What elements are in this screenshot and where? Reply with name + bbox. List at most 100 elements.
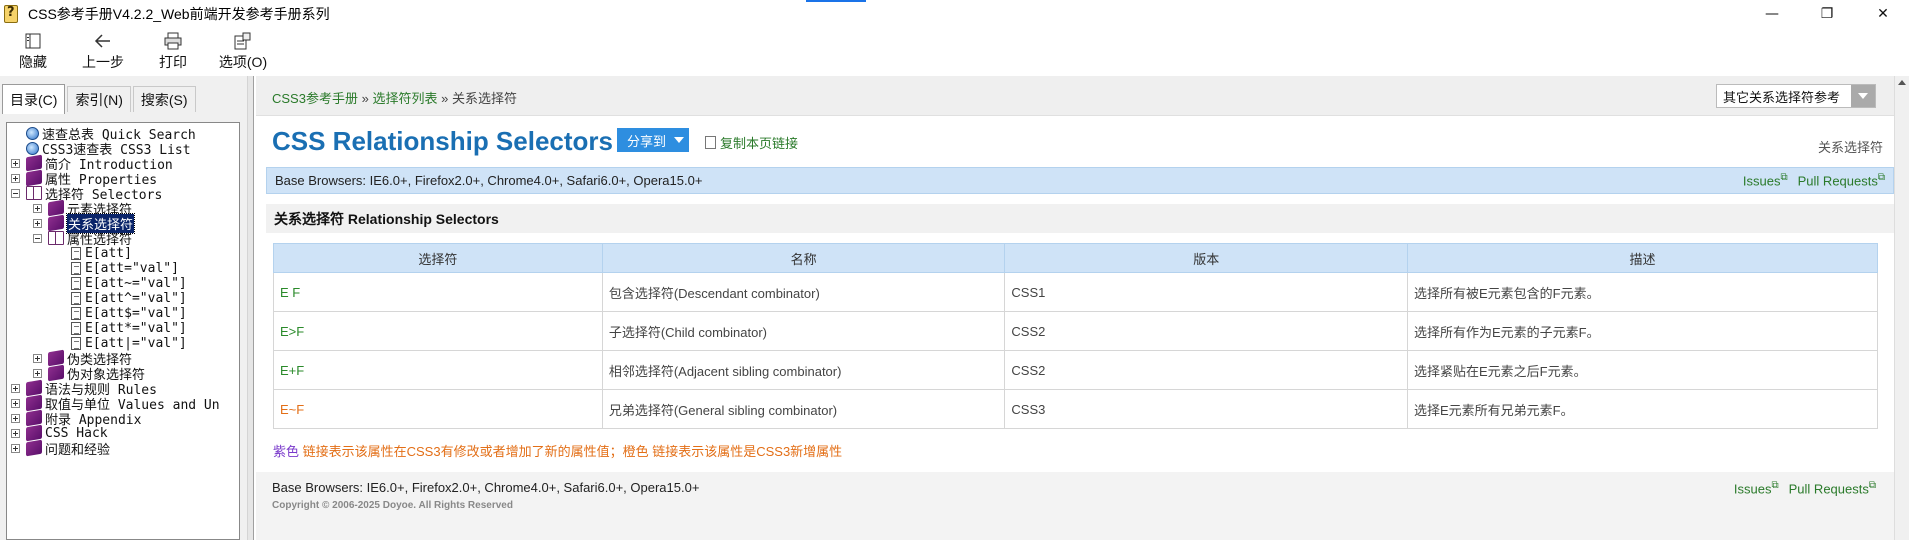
table-header-row: 选择符 名称 版本 描述 bbox=[273, 243, 1878, 273]
breadcrumb-current: 关系选择符 bbox=[451, 91, 517, 106]
table-cell: CSS3 bbox=[1004, 389, 1408, 429]
open-book-icon bbox=[26, 186, 42, 200]
print-button[interactable]: 打印 bbox=[138, 28, 208, 76]
page-category-label: 关系选择符 bbox=[1817, 140, 1883, 155]
pull-requests-link[interactable]: Pull Requests⧉ bbox=[1798, 172, 1885, 188]
collapse-icon[interactable] bbox=[11, 188, 20, 198]
help-file-icon: ? bbox=[4, 5, 22, 23]
printer-icon bbox=[163, 32, 183, 50]
page-title: CSS Relationship Selectors bbox=[272, 126, 613, 156]
hide-button[interactable]: 隐藏 bbox=[0, 28, 68, 76]
page-icon bbox=[71, 276, 81, 290]
breadcrumb-home-link[interactable]: CSS3参考手册 bbox=[272, 91, 358, 106]
external-link-icon: ⧉ bbox=[1868, 480, 1876, 491]
tab-search[interactable]: 搜索(S) bbox=[132, 86, 196, 112]
table-row: E>F 子选择符(Child combinator) CSS2 选择所有作为E元… bbox=[273, 311, 1878, 351]
title-bar: ? CSS参考手册V4.2.2_Web前端开发参考手册系列 — ❐ ✕ bbox=[0, 0, 1909, 28]
options-icon bbox=[233, 32, 253, 50]
tree-item-label: 问题和经验 bbox=[45, 442, 111, 458]
toolbar: 隐藏 上一步 打印 选项(O) bbox=[0, 28, 1909, 76]
minimize-icon: — bbox=[1765, 6, 1779, 22]
color-legend: 紫色 链接表示该属性在CSS3有修改或者增加了新的属性值；橙色 链接表示该属性是… bbox=[273, 441, 842, 460]
selector-link[interactable]: E+F bbox=[273, 350, 603, 390]
selector-link[interactable]: E~F bbox=[273, 389, 603, 429]
table-cell: 兄弟选择符(General sibling combinator) bbox=[601, 389, 1006, 429]
content-pane: CSS3参考手册 » 选择符列表 » 关系选择符 其它关系选择符参考 CSS R… bbox=[256, 76, 1909, 540]
legend-purple: 紫色 bbox=[273, 444, 300, 459]
legend-orange-text: 链接表示该属性是CSS3新增属性 bbox=[648, 444, 843, 459]
expand-icon[interactable] bbox=[33, 368, 42, 378]
tab-contents[interactable]: 目录(C) bbox=[2, 84, 66, 114]
table-cell: 相邻选择符(Adjacent sibling combinator) bbox=[601, 350, 1006, 390]
collapse-icon[interactable] bbox=[33, 233, 42, 243]
title-accent bbox=[806, 0, 866, 2]
options-label: 选项(O) bbox=[218, 54, 268, 70]
other-selectors-dropdown[interactable]: 其它关系选择符参考 bbox=[1716, 84, 1876, 108]
issues-label: Issues bbox=[1742, 173, 1781, 189]
table-cell: 包含选择符(Descendant combinator) bbox=[601, 272, 1006, 312]
options-button[interactable]: 选项(O) bbox=[208, 28, 278, 76]
selector-link[interactable]: E>F bbox=[273, 311, 603, 351]
expand-icon[interactable] bbox=[11, 383, 20, 393]
table-cell: CSS1 bbox=[1004, 272, 1408, 312]
external-link-icon: ⧉ bbox=[1771, 480, 1779, 491]
footer: Base Browsers: IE6.0+, Firefox2.0+, Chro… bbox=[256, 472, 1894, 540]
globe-icon bbox=[26, 126, 39, 140]
table-cell: 选择所有作为E元素的子元素F。 bbox=[1407, 311, 1878, 351]
scroll-up-icon[interactable] bbox=[1898, 80, 1906, 85]
navigation-pane: 目录(C) 索引(N) 搜索(S) 速查总表 Quick Search CSS3… bbox=[0, 76, 247, 540]
expand-icon[interactable] bbox=[33, 353, 42, 363]
base-browsers-bar: Base Browsers: IE6.0+, Firefox2.0+, Chro… bbox=[266, 167, 1894, 194]
page-icon bbox=[71, 246, 81, 260]
share-button[interactable]: 分享到 bbox=[617, 128, 689, 152]
document-icon bbox=[705, 136, 716, 149]
expand-icon[interactable] bbox=[11, 158, 20, 168]
base-browsers-text: Base Browsers: IE6.0+, Firefox2.0+, Chro… bbox=[275, 173, 703, 188]
open-book-icon bbox=[48, 231, 64, 245]
breadcrumb: CSS3参考手册 » 选择符列表 » 关系选择符 bbox=[272, 88, 517, 107]
hide-icon bbox=[23, 32, 43, 50]
tree-item-faq[interactable]: 问题和经验 bbox=[11, 439, 111, 458]
vertical-scrollbar[interactable] bbox=[1894, 76, 1909, 540]
breadcrumb-bar: CSS3参考手册 » 选择符列表 » 关系选择符 其它关系选择符参考 bbox=[256, 76, 1894, 116]
maximize-button[interactable]: ❐ bbox=[1804, 0, 1850, 28]
copy-link-label: 复制本页链接 bbox=[720, 136, 799, 151]
breadcrumb-list-link[interactable]: 选择符列表 bbox=[372, 91, 437, 106]
pull-requests-label: Pull Requests bbox=[1797, 173, 1878, 189]
copy-link[interactable]: 复制本页链接 bbox=[705, 133, 798, 152]
selectors-table: 选择符 名称 版本 描述 E F 包含选择符(Descendant combin… bbox=[273, 243, 1878, 429]
expand-icon[interactable] bbox=[11, 413, 20, 423]
table-row: E F 包含选择符(Descendant combinator) CSS1 选择… bbox=[273, 272, 1878, 312]
contents-tree[interactable]: 速查总表 Quick Search CSS3速查表 CSS3 List 简介 I… bbox=[6, 122, 240, 540]
expand-icon[interactable] bbox=[11, 173, 20, 183]
issues-link[interactable]: Issues⧉ bbox=[1743, 172, 1788, 188]
nav-tabs: 目录(C) 索引(N) 搜索(S) bbox=[2, 84, 198, 116]
expand-icon[interactable] bbox=[33, 203, 42, 213]
copyright: Copyright © 2006-2025 Doyoe. All Rights … bbox=[272, 500, 513, 511]
table-cell: 选择紧贴在E元素之后F元素。 bbox=[1407, 350, 1878, 390]
back-button[interactable]: 上一步 bbox=[68, 28, 138, 76]
expand-icon[interactable] bbox=[11, 398, 20, 408]
minimize-button[interactable]: — bbox=[1749, 0, 1795, 28]
tab-index[interactable]: 索引(N) bbox=[67, 86, 131, 112]
table-cell: 子选择符(Child combinator) bbox=[601, 311, 1006, 351]
external-link-icon: ⧉ bbox=[1877, 172, 1885, 184]
legend-orange: 橙色 bbox=[622, 444, 649, 459]
page-icon bbox=[71, 321, 81, 335]
table-cell: CSS2 bbox=[1004, 350, 1408, 390]
print-label: 打印 bbox=[159, 54, 187, 70]
close-button[interactable]: ✕ bbox=[1860, 0, 1906, 28]
chevron-down-icon[interactable] bbox=[1851, 85, 1875, 107]
dropdown-selected-value: 其它关系选择符参考 bbox=[1723, 89, 1841, 105]
footer-pull-requests-link[interactable]: Pull Requests⧉ bbox=[1789, 480, 1876, 496]
expand-icon[interactable] bbox=[11, 428, 20, 438]
footer-base-browsers: Base Browsers: IE6.0+, Firefox2.0+, Chro… bbox=[272, 480, 700, 495]
selector-link[interactable]: E F bbox=[273, 272, 603, 312]
expand-icon[interactable] bbox=[33, 218, 42, 228]
maximize-icon: ❐ bbox=[1820, 6, 1834, 22]
expand-icon[interactable] bbox=[11, 443, 20, 453]
footer-issues-link[interactable]: Issues⧉ bbox=[1734, 480, 1779, 496]
page-icon bbox=[71, 261, 81, 275]
globe-icon bbox=[26, 141, 39, 155]
window-title: CSS参考手册V4.2.2_Web前端开发参考手册系列 bbox=[28, 6, 330, 22]
